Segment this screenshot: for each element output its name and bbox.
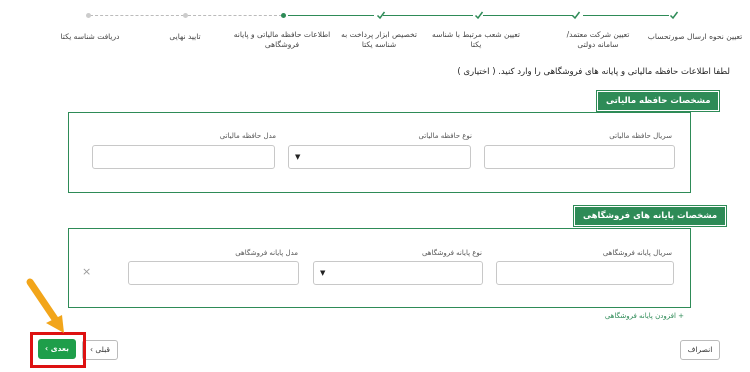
pointer-arrow-icon: [26, 278, 64, 333]
step-pending-dot: [183, 13, 188, 18]
step-active-dot: [281, 13, 286, 18]
chevron-down-icon: ▼: [295, 153, 301, 161]
cancel-button[interactable]: انصراف: [680, 340, 720, 360]
check-icon: [669, 11, 679, 20]
step-label: تعیین شعب مرتبط با شناسه یکتا: [432, 30, 520, 49]
terminal-serial-label: سریال پایانه فروشگاهی: [602, 249, 672, 257]
stepper-line: [90, 15, 184, 16]
add-terminal-link[interactable]: + افزودن پایانه فروشگاهی: [605, 312, 684, 320]
step-label: تعیین نحوه ارسال صورتحساب: [647, 32, 743, 41]
fiscal-type-select[interactable]: ▼: [288, 145, 471, 169]
step-label: اطلاعات حافظه مالیاتی و پایانه فروشگاهی: [233, 30, 331, 49]
next-button[interactable]: بعدی ›: [38, 339, 76, 359]
check-icon: [376, 11, 386, 20]
instruction-text: لطفا اطلاعات حافظه مالیاتی و پایانه های …: [457, 67, 730, 77]
fiscal-memory-title: مشخصات حافظه مالیاتی: [597, 91, 720, 111]
check-icon: [474, 11, 484, 20]
stepper-line: [288, 15, 374, 16]
terminal-model-label: مدل پایانه فروشگاهی: [235, 249, 298, 257]
fiscal-type-label: نوع حافظه مالیاتی: [418, 132, 472, 140]
step-pending-dot: [86, 13, 91, 18]
fiscal-serial-label: سریال حافظه مالیاتی: [609, 132, 672, 140]
terminals-title: مشخصات پایانه های فروشگاهی: [574, 206, 727, 226]
terminal-serial-input[interactable]: [496, 261, 674, 285]
stepper-line: [483, 15, 573, 16]
close-icon[interactable]: ×: [82, 265, 91, 278]
check-icon: [571, 11, 581, 20]
step-label: تایید نهایی: [169, 32, 201, 41]
stepper-line: [583, 15, 669, 16]
terminal-type-select[interactable]: ▼: [313, 261, 483, 285]
terminals-panel: سریال پایانه فروشگاهی نوع پایانه فروشگاه…: [68, 228, 691, 308]
step-label: تخصیص ابزار پرداخت به شناسه یکتا: [341, 30, 417, 49]
fiscal-memory-panel: سریال حافظه مالیاتی نوع حافظه مالیاتی ▼ …: [68, 112, 691, 193]
step-label: تعیین شرکت معتمد/سامانه دولتی: [566, 30, 630, 49]
fiscal-model-input[interactable]: [92, 145, 275, 169]
chevron-down-icon: ▼: [320, 269, 326, 277]
step-label: دریافت شناسه یکتا: [60, 32, 120, 41]
terminal-type-label: نوع پایانه فروشگاهی: [421, 249, 482, 257]
stepper-line: [383, 15, 473, 16]
prev-button[interactable]: قبلی ›: [82, 340, 118, 360]
stepper-line: [188, 15, 282, 16]
terminal-model-input[interactable]: [128, 261, 299, 285]
fiscal-model-label: مدل حافظه مالیاتی: [219, 132, 276, 140]
fiscal-serial-input[interactable]: [484, 145, 675, 169]
